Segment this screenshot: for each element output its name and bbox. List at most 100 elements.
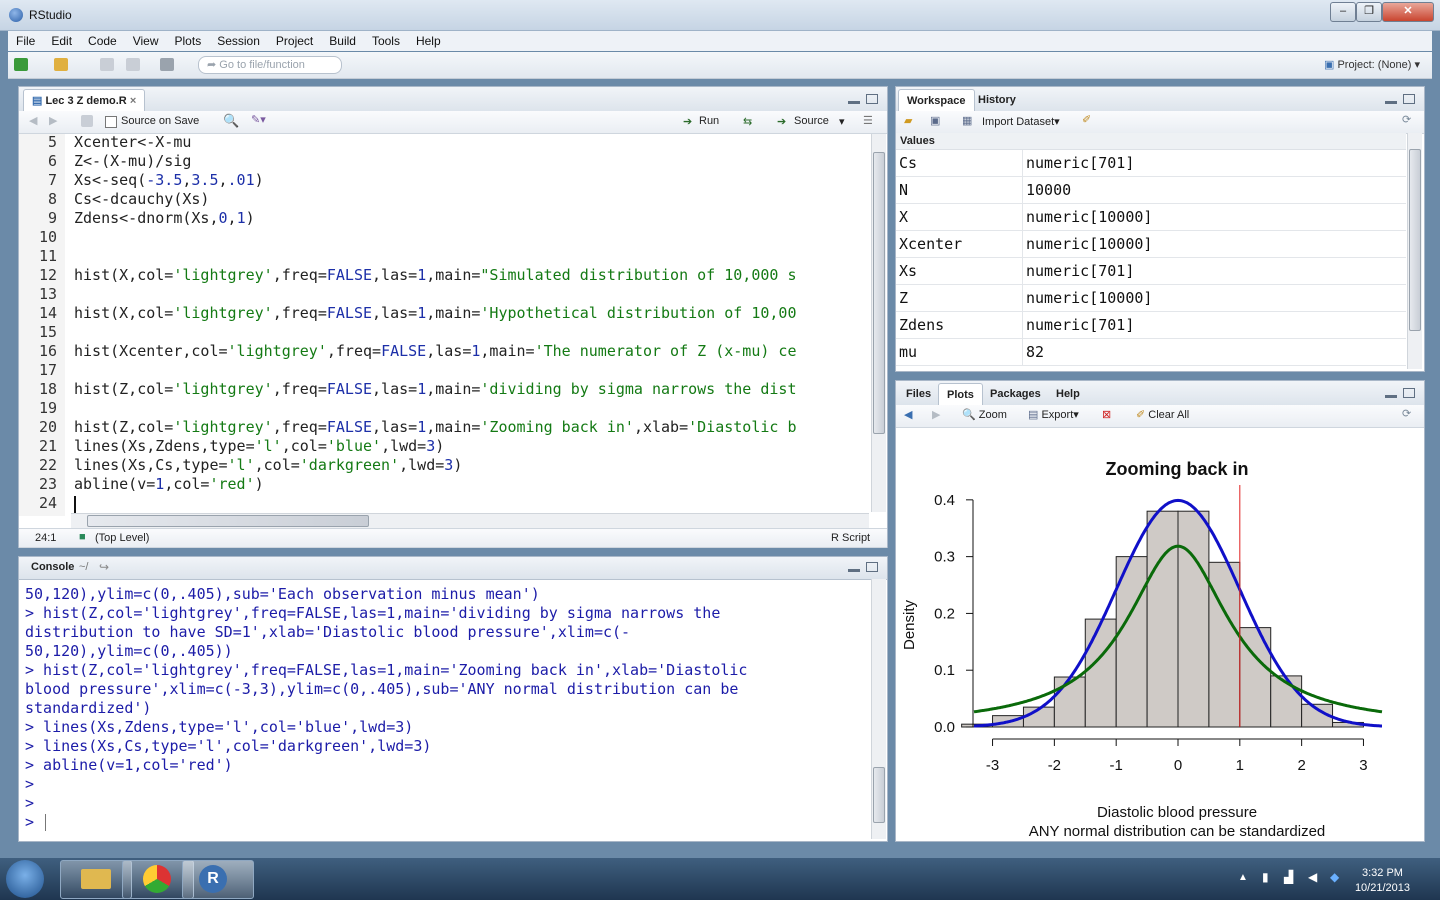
console-line: > [25, 794, 35, 812]
dropbox-icon[interactable]: ◆ [1330, 870, 1339, 884]
workspace-row[interactable]: Zdens numeric[701] [896, 312, 1406, 339]
close-window-button[interactable]: ✕ [1382, 2, 1434, 22]
close-tab-icon[interactable]: × [130, 95, 136, 107]
code-line-18: hist(Z,col='lightgrey',freq=FALSE,las=1,… [74, 380, 797, 398]
console-output[interactable]: 50,120),ylim=c(0,.405),sub='Each observa… [19, 579, 871, 841]
x-tick-label: 2 [1297, 757, 1305, 774]
print-icon[interactable] [160, 58, 174, 71]
show-hidden-icons-icon[interactable]: ▲ [1238, 872, 1248, 883]
outline-icon[interactable]: ☰ [863, 114, 873, 127]
minimize-window-button[interactable]: – [1330, 2, 1356, 22]
editor-horizontal-scrollbar[interactable] [71, 513, 869, 528]
tab-history[interactable]: History [970, 89, 1024, 111]
console-scroll-thumb[interactable] [873, 767, 885, 823]
go-to-directory-icon[interactable]: ↪ [99, 560, 109, 574]
export-button[interactable]: ▤ Export▾ [1028, 408, 1079, 421]
save-icon[interactable] [100, 58, 114, 71]
project-menu[interactable]: ▣ Project: (None) ▾ [1324, 58, 1420, 71]
source-dropdown-icon[interactable]: ▾ [839, 115, 845, 128]
run-button[interactable]: Run [699, 115, 719, 127]
battery-icon[interactable]: ▮ [1262, 870, 1269, 884]
zoom-button[interactable]: 🔍 Zoom [962, 408, 1007, 421]
workspace-row[interactable]: Xs numeric[701] [896, 258, 1406, 285]
clear-workspace-broom-icon[interactable]: ✐ [1082, 113, 1091, 126]
menu-file[interactable]: File [8, 31, 43, 50]
source-button[interactable]: Source [794, 115, 829, 127]
search-icon[interactable]: 🔍 [223, 113, 239, 129]
workspace-row[interactable]: Xnumeric[10000] [896, 204, 1406, 231]
variable-value: numeric[701] [1026, 316, 1135, 334]
menu-build[interactable]: Build [321, 31, 364, 50]
menu-plots[interactable]: Plots [167, 31, 210, 50]
workspace-row[interactable]: mu 82 [896, 339, 1406, 366]
menu-project[interactable]: Project [268, 31, 321, 50]
taskbar-clock[interactable]: 3:32 PM 10/21/2013 [1355, 866, 1410, 896]
window-titlebar[interactable]: RStudio – ❐ ✕ [0, 0, 1440, 31]
tab-files[interactable]: Files [898, 383, 939, 405]
editor-vertical-scrollbar[interactable] [871, 134, 886, 512]
menu-edit[interactable]: Edit [43, 31, 80, 50]
workspace-row[interactable]: Znumeric[10000] [896, 285, 1406, 312]
maximize-plots-icon[interactable] [1403, 388, 1415, 398]
filetype-selector[interactable]: R Script [831, 532, 870, 544]
menu-session[interactable]: Session [209, 31, 268, 50]
broom-icon: ✐ [1136, 409, 1146, 421]
new-file-icon[interactable] [14, 58, 28, 71]
rstudio-taskbar-icon[interactable]: R [182, 860, 254, 899]
workspace-row[interactable]: Cs numeric[701] [896, 150, 1406, 177]
minimize-pane-icon[interactable] [848, 101, 860, 104]
load-workspace-icon[interactable]: ▰ [904, 114, 912, 127]
save-workspace-icon[interactable]: ▣ [930, 114, 940, 127]
refresh-icon[interactable]: ⟳ [1402, 113, 1411, 126]
clear-all-button[interactable]: ✐ Clear All [1136, 408, 1189, 421]
editor-tab[interactable]: ▤ Lec 3 Z demo.R × [23, 89, 146, 112]
volume-icon[interactable]: ◀ [1308, 870, 1317, 884]
console-vertical-scrollbar[interactable] [871, 579, 886, 839]
forward-arrow-icon[interactable]: ▶ [49, 114, 57, 127]
previous-plot-icon[interactable]: ◀ [904, 408, 912, 421]
go-to-file-placeholder: Go to file/function [219, 59, 305, 71]
console-line: > hist(Z,col='lightgrey',freq=FALSE,las=… [25, 604, 721, 622]
workspace-row[interactable]: N 10000 [896, 177, 1406, 204]
workspace-scroll-thumb[interactable] [1409, 149, 1421, 331]
start-button-icon[interactable] [6, 860, 44, 898]
next-plot-icon[interactable]: ▶ [932, 408, 940, 421]
minimize-console-icon[interactable] [848, 569, 860, 572]
menu-code[interactable]: Code [80, 31, 125, 50]
maximize-window-button[interactable]: ❐ [1356, 2, 1382, 22]
tab-packages[interactable]: Packages [982, 383, 1049, 405]
tab-plots[interactable]: Plots [938, 383, 983, 406]
console-title: Console [31, 561, 75, 573]
scope-selector[interactable]: (Top Level) [95, 532, 149, 544]
editor-scroll-thumb[interactable] [873, 152, 885, 434]
source-on-save-checkbox[interactable] [105, 116, 117, 128]
remove-plot-icon[interactable]: ⊠ [1102, 408, 1111, 421]
network-icon[interactable]: ▟ [1284, 870, 1293, 884]
back-arrow-icon[interactable]: ◀ [29, 114, 37, 127]
maximize-workspace-icon[interactable] [1403, 94, 1415, 104]
minimize-plots-icon[interactable] [1385, 395, 1397, 398]
variable-value: 82 [1026, 343, 1045, 361]
magic-wand-icon[interactable]: ✎▾ [251, 113, 266, 126]
save-file-icon[interactable] [81, 115, 93, 127]
save-all-icon[interactable] [126, 58, 140, 71]
workspace-row[interactable]: Xcenter numeric[10000] [896, 231, 1406, 258]
main-toolbar: ➦ Go to file/function ▣ Project: (None) … [8, 52, 1432, 79]
minimize-workspace-icon[interactable] [1385, 101, 1397, 104]
code-line-9: Zdens<-dnorm(Xs,0,1) [74, 209, 255, 227]
maximize-console-icon[interactable] [866, 562, 878, 572]
editor-hscroll-thumb[interactable] [87, 515, 369, 527]
menu-tools[interactable]: Tools [364, 31, 408, 50]
tab-workspace[interactable]: Workspace [898, 89, 975, 112]
open-file-icon[interactable] [54, 58, 68, 71]
workspace-scrollbar[interactable] [1407, 133, 1422, 369]
go-to-file-input[interactable]: ➦ Go to file/function [198, 56, 342, 74]
refresh-plot-icon[interactable]: ⟳ [1402, 407, 1411, 420]
code-area[interactable]: Xcenter<-X-mu Z<-(X-mu)/sig Xs<-seq(-3.5… [19, 133, 871, 516]
tab-help[interactable]: Help [1048, 383, 1088, 405]
menu-help[interactable]: Help [408, 31, 449, 50]
rerun-icon[interactable]: ⇆ [743, 115, 752, 128]
menu-view[interactable]: View [125, 31, 167, 50]
maximize-pane-icon[interactable] [866, 94, 878, 104]
import-dataset-button[interactable]: Import Dataset▾ [982, 115, 1060, 128]
